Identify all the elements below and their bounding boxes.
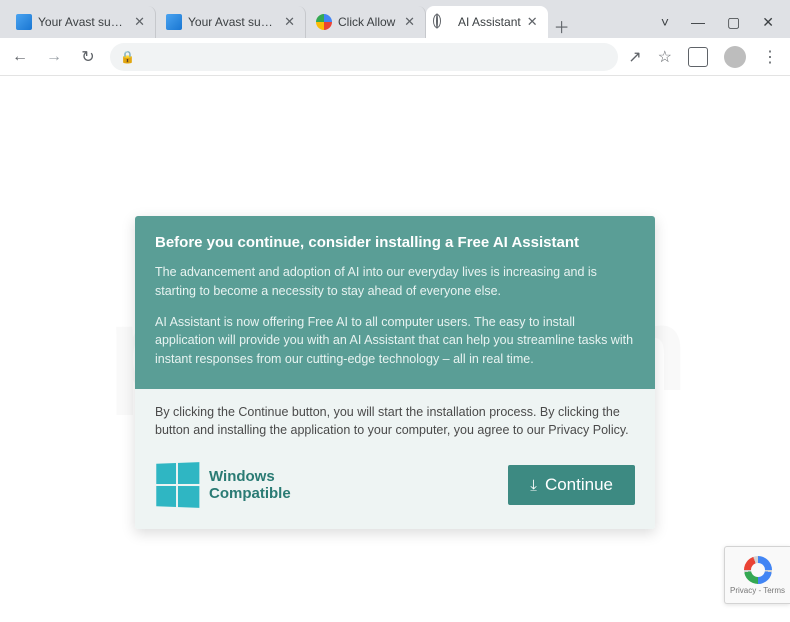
- favicon-recaptcha-icon: [316, 14, 332, 30]
- close-icon[interactable]: ✕: [527, 14, 538, 30]
- card-heading: Before you continue, consider installing…: [155, 234, 635, 251]
- window-minimize-icon[interactable]: —: [691, 14, 705, 30]
- continue-button[interactable]: ⤓ Continue: [508, 465, 635, 505]
- profile-avatar-icon[interactable]: [724, 46, 746, 68]
- close-icon[interactable]: ✕: [134, 14, 145, 30]
- share-icon[interactable]: ↗: [628, 47, 641, 67]
- address-bar[interactable]: 🔒: [110, 43, 618, 71]
- browser-toolbar: ← → ↻ 🔒 ↗ ☆ ⋮: [0, 38, 790, 76]
- windows-compatible-badge: Windows Compatible: [155, 463, 291, 507]
- close-icon[interactable]: ✕: [284, 14, 295, 30]
- favicon-globe-icon: [436, 14, 452, 30]
- reload-button[interactable]: ↻: [76, 47, 100, 67]
- tab-click-allow[interactable]: Click Allow ✕: [306, 6, 426, 38]
- download-icon: ⤓: [530, 477, 537, 494]
- continue-label: Continue: [545, 475, 613, 495]
- tab-ai-assistant[interactable]: AI Assistant ✕: [426, 6, 548, 38]
- card-footer: Windows Compatible ⤓ Continue: [135, 453, 655, 529]
- favicon-blue-icon: [16, 14, 32, 30]
- page-content: pcrisk.com Before you continue, consider…: [0, 76, 790, 622]
- tab-title: Your Avast subscription: [38, 15, 128, 29]
- recaptcha-terms: Privacy - Terms: [730, 586, 785, 595]
- tab-title: AI Assistant: [458, 15, 521, 29]
- extensions-icon[interactable]: [688, 47, 708, 67]
- disclaimer-text: By clicking the Continue button, you wil…: [155, 403, 635, 439]
- forward-button[interactable]: →: [42, 48, 66, 66]
- menu-icon[interactable]: ⋮: [762, 47, 778, 67]
- install-prompt-card: Before you continue, consider installing…: [135, 216, 655, 529]
- tab-avast-1[interactable]: Your Avast subscription ✕: [6, 6, 156, 38]
- recaptcha-logo-icon: [744, 556, 772, 584]
- tab-strip: Your Avast subscription ✕ Your Avast sub…: [0, 0, 790, 38]
- back-button[interactable]: ←: [8, 48, 32, 66]
- windows-logo-icon: [156, 462, 199, 508]
- bookmark-star-icon[interactable]: ☆: [658, 47, 672, 67]
- window-dropdown-icon[interactable]: ˅: [661, 14, 669, 30]
- card-paragraph-1: The advancement and adoption of AI into …: [155, 263, 635, 301]
- favicon-blue-icon: [166, 14, 182, 30]
- card-header: Before you continue, consider installing…: [135, 216, 655, 389]
- windows-compatible-text: Windows Compatible: [209, 468, 291, 503]
- window-close-icon[interactable]: ✕: [762, 14, 774, 31]
- tab-avast-2[interactable]: Your Avast subscription ✕: [156, 6, 306, 38]
- lock-icon: 🔒: [120, 50, 135, 64]
- window-maximize-icon[interactable]: ▢: [727, 14, 740, 31]
- recaptcha-badge[interactable]: Privacy - Terms: [724, 546, 790, 604]
- card-disclaimer: By clicking the Continue button, you wil…: [135, 389, 655, 453]
- card-paragraph-2: AI Assistant is now offering Free AI to …: [155, 313, 635, 369]
- close-icon[interactable]: ✕: [404, 14, 415, 30]
- new-tab-button[interactable]: ＋: [548, 14, 576, 38]
- tab-title: Your Avast subscription: [188, 15, 278, 29]
- tab-title: Click Allow: [338, 15, 398, 29]
